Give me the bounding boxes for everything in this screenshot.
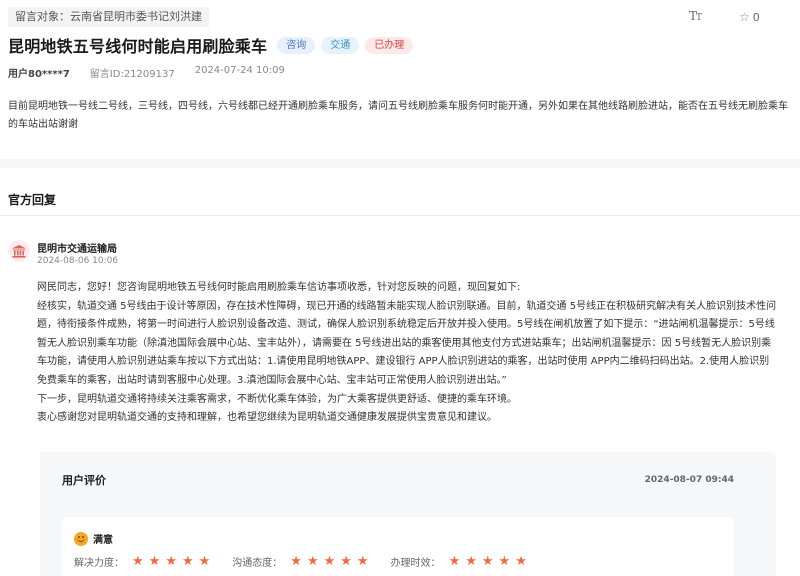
score-label: 解决力度： — [74, 558, 124, 569]
score-row: 解决力度： ★ ★ ★ ★ ★ 沟通态度： ★ ★ ★ ★ ★ 办理时效： ★ ★ ★ ★ ★ — [74, 554, 549, 569]
title-row: 昆明地铁五号线何时能启用刷脸乘车 咨询 交通 已办理 — [8, 33, 414, 57]
message-content: 目前昆明地铁一号线二号线，三号线，四号线，六号线都已经开通刷脸乘车服务，请问五号… — [8, 101, 788, 130]
reply-paragraph: 经核实，轨道交通 5号线由于设计等原因，存在技术性障碍，现已开通的线路暂未能实现… — [37, 300, 777, 386]
message-meta: 用户80****7 留言ID:21209137 2024-07-24 10:09 — [8, 65, 285, 80]
reply-paragraph: 下一步，昆明轨道交通将持续关注乘客需求，不断优化乘车体验，为广大乘客提供更舒适、… — [37, 393, 517, 405]
reply-time: 2024-08-06 10:06 — [37, 256, 119, 266]
score-label: 办理时效： — [390, 558, 441, 569]
government-building-icon — [8, 240, 30, 262]
star-icon: ★ — [356, 554, 369, 569]
rating-detail: 满意 解决力度： ★ ★ ★ ★ ★ 沟通态度： ★ ★ ★ ★ ★ 办理时效： ★ ★ ★ ★ ★ — [62, 517, 734, 576]
overall-rating-label: 满意 — [93, 535, 113, 546]
star-icon: ★ — [515, 554, 527, 569]
section-divider — [0, 159, 800, 168]
reply-body: 网民同志，您好！您咨询昆明地铁五号线何时能启用刷脸乘车信访事项收悉，针对您反映的… — [37, 279, 777, 428]
star-rating: ★ ★ ★ ★ ★ — [290, 555, 368, 568]
star-icon: ★ — [148, 554, 161, 569]
message-date: 2024-07-24 10:09 — [194, 65, 285, 76]
score-attitude: 沟通态度： ★ ★ ★ ★ ★ — [232, 554, 368, 569]
star-icon: ★ — [340, 554, 352, 569]
reply-paragraph: 网民同志，您好！您咨询昆明地铁五号线何时能启用刷脸乘车信访事项收悉，针对您反映的… — [37, 282, 521, 293]
score-resolution: 解决力度： ★ ★ ★ ★ ★ — [74, 554, 210, 569]
tag-traffic: 交通 — [321, 36, 360, 54]
favorite-button[interactable]: ☆ 0 — [739, 10, 760, 24]
tag-consult: 咨询 — [277, 36, 316, 54]
star-icon: ★ — [132, 554, 144, 569]
star-icon: ★ — [465, 554, 477, 569]
star-icon: ★ — [448, 554, 461, 569]
department-name: 昆明市交通运输局 — [37, 244, 117, 255]
recipient-tag: 留言对象：云南省昆明市委书记刘洪建 — [8, 7, 209, 27]
official-reply-title: 官方回复 — [8, 193, 57, 207]
status-badge: 已办理 — [365, 36, 414, 54]
page-title: 昆明地铁五号线何时能启用刷脸乘车 — [8, 37, 268, 56]
star-icon: ★ — [306, 554, 319, 569]
score-label: 沟通态度： — [232, 558, 283, 569]
star-icon: ★ — [290, 554, 302, 569]
message-user: 用户80****7 — [8, 69, 70, 80]
reply-paragraph: 衷心感谢您对昆明轨道交通的支持和理解，也希望您继续为昆明轨道交通健康发展提供宝贵… — [37, 412, 497, 424]
smile-icon — [74, 531, 88, 546]
rating-time: 2024-08-07 09:44 — [644, 475, 734, 485]
star-rating: ★ ★ ★ ★ ★ — [132, 555, 210, 568]
star-icon: ★ — [165, 554, 177, 569]
section-line — [0, 215, 800, 216]
star-outline-icon: ☆ — [739, 10, 750, 24]
star-icon: ★ — [481, 554, 494, 569]
favorite-count: 0 — [752, 10, 760, 24]
star-icon: ★ — [181, 554, 194, 569]
star-icon: ★ — [198, 554, 211, 569]
star-rating: ★ ★ ★ ★ ★ — [449, 555, 527, 568]
user-rating-card: 用户评价 2024-08-07 09:44 满意 解决力度： ★ ★ ★ ★ ★ 沟通态… — [40, 452, 776, 576]
overall-rating: 满意 — [74, 531, 113, 546]
star-icon: ★ — [498, 554, 511, 569]
font-size-icon[interactable]: TT — [689, 9, 702, 23]
score-timeliness: 办理时效： ★ ★ ★ ★ ★ — [391, 554, 527, 569]
rating-title: 用户评价 — [62, 474, 106, 487]
message-id: 留言ID:21209137 — [89, 69, 175, 80]
star-icon: ★ — [323, 554, 336, 569]
